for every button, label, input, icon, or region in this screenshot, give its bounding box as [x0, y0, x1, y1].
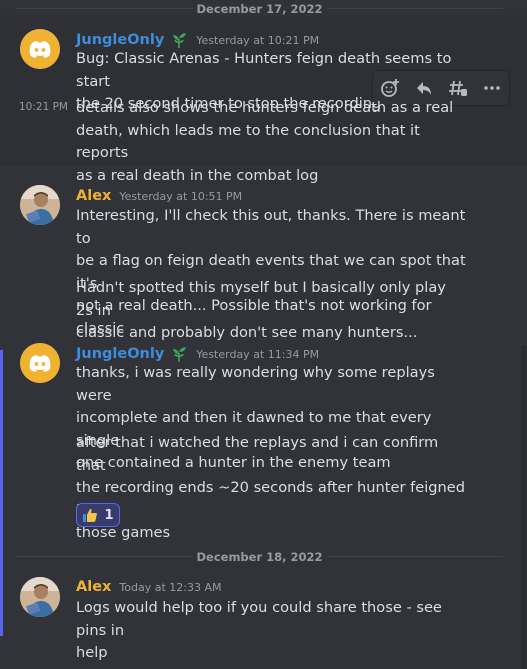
message-timestamp[interactable]: Yesterday at 10:51 PM [119, 190, 242, 203]
message-line: after that i watched the replays and i c… [76, 434, 439, 474]
message-timestamp[interactable]: Yesterday at 11:34 PM [196, 348, 319, 361]
avatar[interactable] [20, 577, 60, 617]
message-line: thanks, i was really wondering why some … [76, 364, 435, 404]
message-line: the recording ends ~20 seconds after hun… [76, 479, 466, 519]
message-line: Logs would help too if you could share t… [76, 599, 442, 639]
message-line: Interesting, I'll check this out, thanks… [76, 207, 466, 247]
hover-timestamp[interactable]: 10:21 PM [19, 101, 68, 113]
reaction-thumbs-up[interactable]: 1 [76, 503, 120, 527]
user-photo-avatar [20, 577, 60, 617]
date-divider-label: December 18, 2022 [192, 550, 327, 564]
more-options-icon[interactable] [480, 76, 504, 100]
sprout-badge-icon[interactable] [170, 345, 188, 363]
scrollbar-track[interactable] [521, 345, 527, 669]
username[interactable]: Alex [76, 579, 111, 595]
message-header: JungleOnly Yesterday at 10:21 PM [76, 30, 319, 50]
message-timestamp[interactable]: Yesterday at 10:21 PM [196, 34, 319, 47]
new-messages-bar [0, 350, 3, 636]
sprout-badge-icon[interactable] [170, 31, 188, 49]
message-line: those games [76, 524, 171, 541]
message-line: as a real death in the combat log [76, 166, 319, 184]
message-content: details also shows the hunters feign dea… [76, 97, 466, 187]
message-line: help [76, 644, 108, 661]
thumbs-up-icon [83, 508, 98, 522]
discord-logo-icon [20, 343, 60, 383]
message-line: details also shows the hunters feign dea… [76, 99, 454, 116]
avatar[interactable] [20, 343, 60, 383]
avatar[interactable] [20, 29, 60, 69]
date-divider: December 18, 2022 [16, 550, 503, 564]
message-line: Hadn't spotted this myself but I basical… [76, 279, 446, 319]
user-photo-avatar [20, 185, 60, 225]
message-header: Alex Today at 12:33 AM [76, 577, 221, 597]
message-header: JungleOnly Yesterday at 11:34 PM [76, 344, 319, 364]
message-content: Logs would help too if you could share t… [76, 597, 466, 665]
date-divider: December 17, 2022 [16, 2, 503, 16]
message-header: Alex Yesterday at 10:51 PM [76, 186, 242, 206]
date-divider-label: December 17, 2022 [192, 2, 327, 16]
username[interactable]: JungleOnly [76, 346, 164, 362]
discord-logo-icon [20, 29, 60, 69]
username[interactable]: Alex [76, 188, 111, 204]
message-content: after that i watched the replays and i c… [76, 432, 466, 545]
username[interactable]: JungleOnly [76, 32, 164, 48]
message-timestamp[interactable]: Today at 12:33 AM [119, 581, 221, 594]
message-line: death, which leads me to the conclusion … [76, 121, 420, 162]
avatar[interactable] [20, 185, 60, 225]
message-line: classic and probably don't see many hunt… [76, 324, 418, 341]
message-content: Hadn't spotted this myself but I basical… [76, 277, 466, 345]
reaction-count: 1 [104, 507, 114, 523]
